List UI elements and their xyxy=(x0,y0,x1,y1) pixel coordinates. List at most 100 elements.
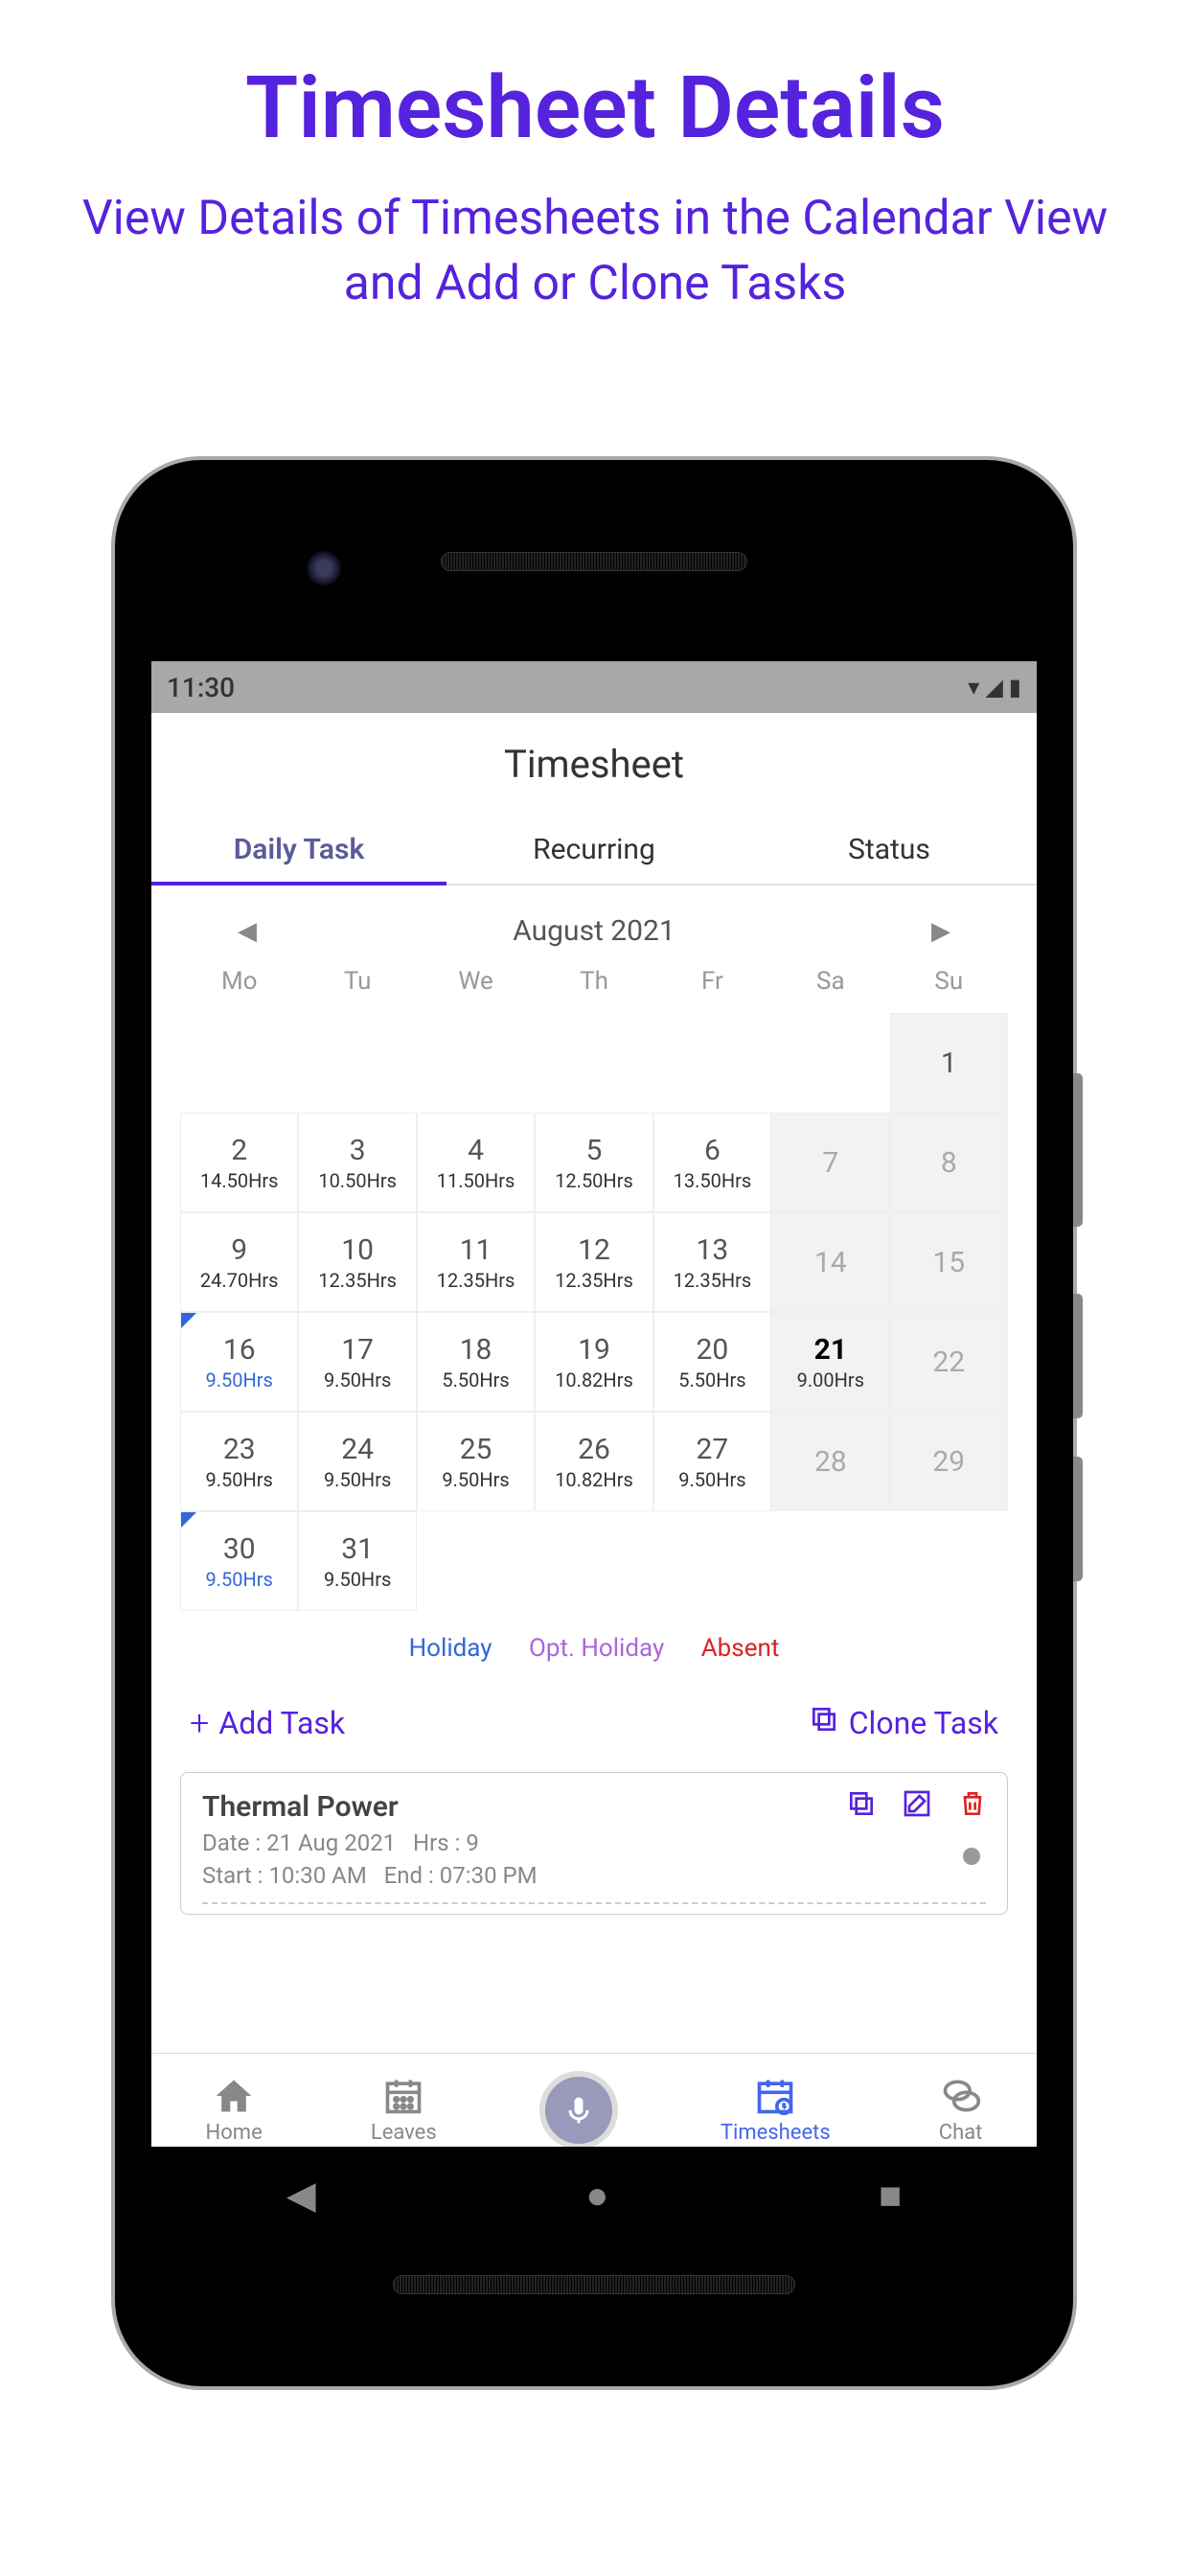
mic-icon xyxy=(561,2093,596,2128)
calendar-day-cell[interactable]: 2610.82Hrs xyxy=(535,1412,652,1511)
copy-task-button[interactable] xyxy=(846,1788,877,1823)
task-end: End : 07:30 PM xyxy=(384,1862,538,1889)
calendar-day-hours: 12.50Hrs xyxy=(555,1169,633,1192)
calendar-day-hours: 10.50Hrs xyxy=(318,1169,397,1192)
calendar-day-hours: 12.35Hrs xyxy=(437,1269,515,1292)
calendar-day-cell[interactable]: 411.50Hrs xyxy=(417,1113,535,1212)
calendar-day-number: 10 xyxy=(341,1233,374,1267)
tab-daily-task[interactable]: Daily Task xyxy=(151,816,446,884)
calendar-day-cell[interactable]: 1012.35Hrs xyxy=(298,1212,416,1312)
task-status-dot xyxy=(963,1848,980,1865)
calendar-day-number: 17 xyxy=(341,1333,374,1367)
legend-opt-holiday: Opt. Holiday xyxy=(529,1634,664,1663)
task-card[interactable]: Thermal Power Date : 21 Aug 2021 Hrs : 9… xyxy=(180,1772,1008,1915)
calendar-day-cell[interactable]: 319.50Hrs xyxy=(298,1511,416,1611)
calendar-day-cell[interactable]: 214.50Hrs xyxy=(180,1113,298,1212)
calendar-day-number: 21 xyxy=(814,1333,847,1367)
calendar-day-cell[interactable]: 249.50Hrs xyxy=(298,1412,416,1511)
calendar-day-cell[interactable]: 1 xyxy=(890,1013,1008,1113)
calendar-day-cell[interactable]: 8 xyxy=(890,1113,1008,1212)
calendar-day-cell[interactable]: 7 xyxy=(771,1113,889,1212)
android-home-button[interactable]: ● xyxy=(585,2173,608,2218)
clone-task-button[interactable]: Clone Task xyxy=(809,1703,998,1743)
calendar-day-cell[interactable]: 512.50Hrs xyxy=(535,1113,652,1212)
tabs: Daily Task Recurring Status xyxy=(151,816,1037,886)
page-title: Timesheet xyxy=(151,742,1037,787)
calendar-day-hours: 9.50Hrs xyxy=(206,1568,273,1591)
calendar-day-cell[interactable]: 22 xyxy=(890,1312,1008,1412)
task-hours: Hrs : 9 xyxy=(413,1829,479,1856)
calendar-day-cell[interactable]: 29 xyxy=(890,1412,1008,1511)
calendar-day-number: 26 xyxy=(578,1433,610,1466)
calendar-day-number: 18 xyxy=(460,1333,492,1367)
calendar-day-hours: 9.50Hrs xyxy=(678,1468,745,1491)
calendar-day-cell[interactable]: 279.50Hrs xyxy=(653,1412,771,1511)
calendar-day-cell[interactable]: 310.50Hrs xyxy=(298,1113,416,1212)
calendar-day-cell[interactable]: 219.00Hrs xyxy=(771,1312,889,1412)
status-bar: 11:30 ▾ ◢ ▮ xyxy=(151,661,1037,713)
calendar-day-cell[interactable]: 1112.35Hrs xyxy=(417,1212,535,1312)
android-back-button[interactable]: ◀ xyxy=(286,2173,316,2218)
task-start: Start : 10:30 AM xyxy=(202,1862,367,1889)
calendar-dow: Sa xyxy=(771,967,889,996)
delete-task-button[interactable] xyxy=(957,1788,988,1823)
calendar-day-cell[interactable]: 14 xyxy=(771,1212,889,1312)
calendar-day-cell xyxy=(653,1013,771,1113)
calendar-day-cell[interactable]: 239.50Hrs xyxy=(180,1412,298,1511)
calendar-day-cell[interactable]: 185.50Hrs xyxy=(417,1312,535,1412)
calendar-day-cell[interactable]: 179.50Hrs xyxy=(298,1312,416,1412)
calendar-day-cell[interactable]: 924.70Hrs xyxy=(180,1212,298,1312)
calendar-day-cell[interactable]: 1312.35Hrs xyxy=(653,1212,771,1312)
calendar-day-cell[interactable]: 15 xyxy=(890,1212,1008,1312)
tab-recurring[interactable]: Recurring xyxy=(446,816,742,884)
tab-status[interactable]: Status xyxy=(742,816,1037,884)
calendar-day-cell xyxy=(771,1013,889,1113)
nav-home-label: Home xyxy=(206,2121,263,2145)
calendar-day-number: 19 xyxy=(578,1333,610,1367)
calendar-day-number: 23 xyxy=(223,1433,256,1466)
next-month-button[interactable]: ▶ xyxy=(931,917,950,946)
mic-button[interactable] xyxy=(545,2077,612,2144)
calendar-day-number: 30 xyxy=(223,1532,256,1566)
calendar-day-cell xyxy=(890,1511,1008,1611)
calendar-day-number: 13 xyxy=(697,1233,729,1267)
calendar-day-cell[interactable]: 613.50Hrs xyxy=(653,1113,771,1212)
calendar-day-number: 5 xyxy=(586,1134,603,1167)
nav-timesheets-label: Timesheets xyxy=(721,2121,831,2145)
calendar-day-hours: 9.50Hrs xyxy=(206,1468,273,1491)
calendar-day-hours: 12.35Hrs xyxy=(555,1269,633,1292)
calendar-day-cell[interactable]: 28 xyxy=(771,1412,889,1511)
timesheet-icon xyxy=(754,2075,796,2117)
nav-timesheets[interactable]: Timesheets xyxy=(721,2075,831,2145)
battery-icon: ▮ xyxy=(1009,674,1021,701)
nav-home[interactable]: Home xyxy=(206,2075,263,2145)
calendar-day-number: 11 xyxy=(460,1233,492,1267)
clone-task-label: Clone Task xyxy=(849,1705,998,1741)
calendar-day-cell[interactable]: 259.50Hrs xyxy=(417,1412,535,1511)
edit-task-button[interactable] xyxy=(902,1788,932,1823)
calendar-dow: Th xyxy=(535,967,652,996)
android-recents-button[interactable]: ■ xyxy=(879,2173,902,2218)
calendar-day-cell[interactable]: 1910.82Hrs xyxy=(535,1312,652,1412)
calendar-dow: Tu xyxy=(298,967,416,996)
nav-leaves[interactable]: Leaves xyxy=(371,2075,437,2145)
calendar-day-number: 16 xyxy=(223,1333,256,1367)
nav-chat[interactable]: Chat xyxy=(939,2075,983,2145)
calendar-day-cell[interactable]: 1212.35Hrs xyxy=(535,1212,652,1312)
calendar-day-cell xyxy=(417,1013,535,1113)
calendar-dow: Fr xyxy=(653,967,771,996)
prev-month-button[interactable]: ◀ xyxy=(238,917,257,946)
calendar-day-number: 8 xyxy=(941,1146,957,1180)
calendar-day-number: 2 xyxy=(231,1134,247,1167)
calendar-day-cell[interactable]: 309.50Hrs xyxy=(180,1511,298,1611)
calendar-day-hours: 10.82Hrs xyxy=(555,1368,633,1392)
add-task-button[interactable]: + Add Task xyxy=(190,1703,345,1743)
calendar-icon xyxy=(382,2075,424,2117)
calendar-day-cell[interactable]: 205.50Hrs xyxy=(653,1312,771,1412)
calendar-day-number: 14 xyxy=(814,1246,847,1279)
calendar-day-hours: 9.50Hrs xyxy=(324,1368,391,1392)
nav-leaves-label: Leaves xyxy=(371,2121,437,2145)
calendar-day-number: 6 xyxy=(704,1134,721,1167)
calendar-day-number: 22 xyxy=(932,1346,965,1379)
calendar-day-cell[interactable]: 169.50Hrs xyxy=(180,1312,298,1412)
